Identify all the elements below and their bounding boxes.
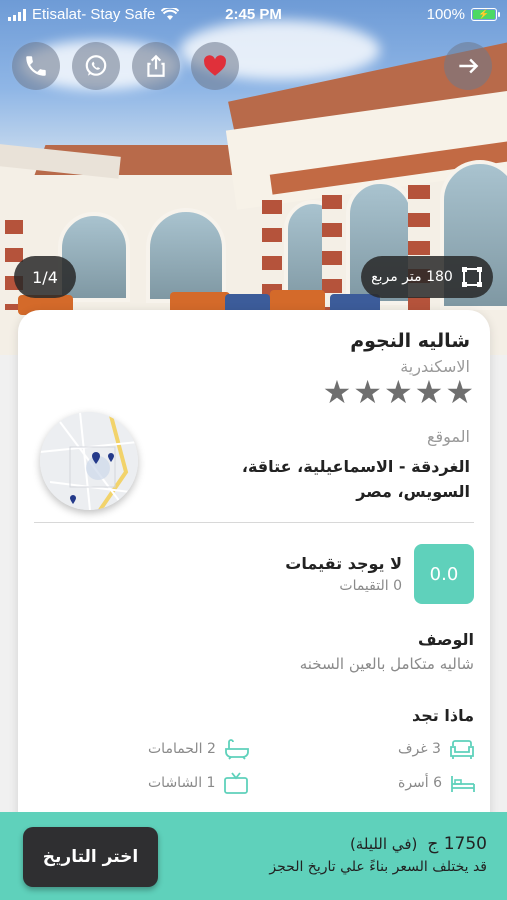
star-icon: ★ (322, 373, 352, 411)
area-text: 180 متر مربع (371, 269, 453, 285)
listing-title: شاليه النجوم (350, 330, 470, 352)
star-icon: ★ (383, 373, 413, 411)
tv-icon (224, 772, 249, 794)
star-icon: ★ (353, 373, 382, 411)
arrow-right-icon (459, 58, 479, 74)
amenity-bathrooms: 2 الحمامات (148, 738, 250, 760)
star-icon: ★ (414, 373, 444, 411)
battery-icon: ⚡ (471, 8, 500, 21)
no-reviews-text: لا يوجد تقيمات (285, 554, 402, 573)
bed-icon (451, 776, 475, 792)
amenity-rooms: 3 غرف (398, 738, 475, 760)
phone-icon (26, 56, 46, 76)
price-line: 1750 ج (في الليلة) (350, 834, 487, 854)
map-thumbnail[interactable] (40, 412, 138, 510)
share-button[interactable] (132, 42, 180, 90)
star-rating: ★ ★ ★ ★ ★ (323, 376, 474, 408)
reviews-count: 0 التقيمات (339, 578, 402, 594)
whatsapp-button[interactable] (72, 42, 120, 90)
sofa-icon (450, 740, 474, 759)
choose-date-button[interactable]: اختر التاريخ (23, 827, 158, 887)
call-button[interactable] (12, 42, 60, 90)
favorite-button[interactable] (191, 42, 239, 90)
location-label: الموقع (427, 427, 470, 446)
gallery-counter: 1/4 (14, 256, 76, 298)
heart-icon (204, 55, 227, 76)
amenity-text: 1 الشاشات (148, 775, 216, 791)
divider (34, 522, 474, 523)
rating-score: 0.0 (414, 544, 474, 604)
description-text: شاليه متكامل بالعين السخنه (299, 655, 474, 673)
area-icon (461, 267, 482, 287)
price: 1750 ج (427, 834, 487, 854)
booking-bar: اختر التاريخ 1750 ج (في الليلة) قد يختلف… (0, 812, 507, 900)
amenity-text: 6 أسرة (398, 775, 443, 791)
bathtub-icon (224, 739, 249, 760)
price-note: قد يختلف السعر بناءً علي تاريخ الحجز (269, 859, 487, 875)
status-bar: Etisalat- Stay Safe 2:45 PM 100% ⚡ (0, 0, 507, 30)
amenities-label: ماذا تجد (412, 706, 474, 725)
description-label: الوصف (417, 630, 474, 649)
amenity-screens: 1 الشاشات (148, 772, 249, 794)
back-button[interactable] (444, 42, 492, 90)
area-badge: 180 متر مربع (361, 256, 493, 298)
per-night-label: (في الليلة) (349, 835, 418, 853)
location-text: الغردقة - الاسماعيلية، عتاقة، السويس، مص… (241, 457, 470, 501)
amenity-beds: 6 أسرة (398, 772, 476, 794)
map-image (40, 412, 138, 510)
amenity-text: 2 الحمامات (148, 741, 216, 757)
amenity-text: 3 غرف (398, 741, 441, 757)
share-icon (147, 54, 165, 77)
whatsapp-icon (85, 55, 107, 76)
star-icon: ★ (445, 373, 474, 411)
battery-percent: 100% (426, 6, 465, 23)
listing-card: شاليه النجوم الاسكندرية ★ ★ ★ ★ ★ الموقع… (18, 310, 490, 870)
